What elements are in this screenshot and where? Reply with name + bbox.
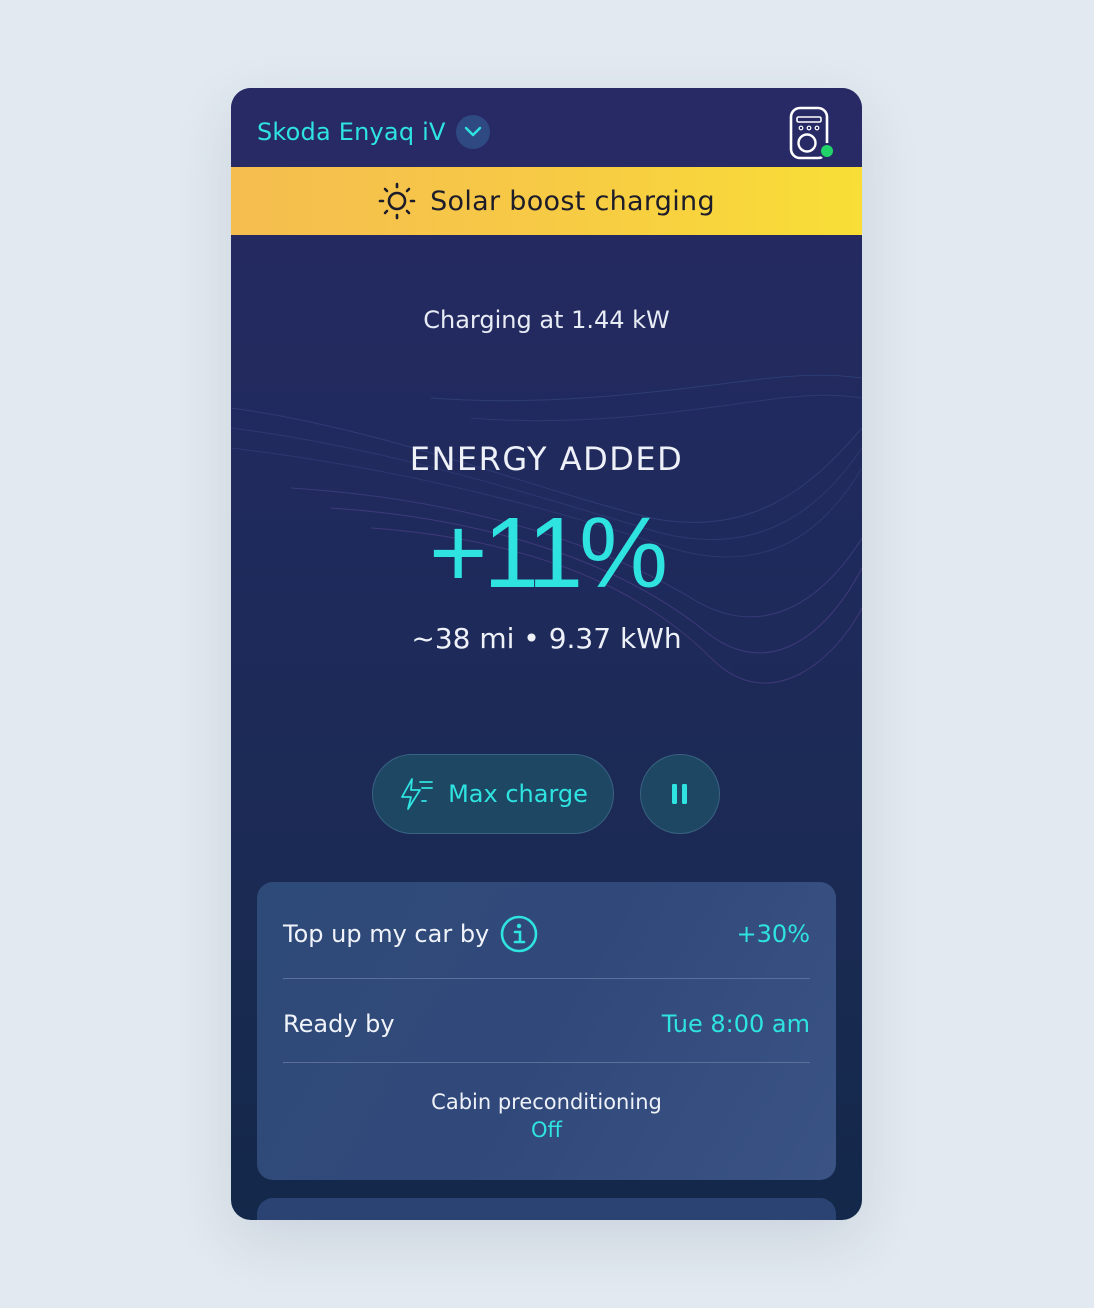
- ready-by-label: Ready by: [283, 1010, 395, 1038]
- max-charge-label: Max charge: [448, 780, 588, 808]
- cabin-preconditioning-row[interactable]: Cabin preconditioning Off: [257, 1090, 836, 1142]
- top-up-label: Top up my car by: [283, 920, 490, 948]
- charger-icon: [789, 106, 835, 160]
- cabin-preconditioning-value: Off: [531, 1118, 562, 1142]
- car-selector[interactable]: Skoda Enyaq iV: [257, 114, 490, 150]
- pause-button[interactable]: [640, 754, 720, 834]
- ready-by-value[interactable]: Tue 8:00 am: [662, 1010, 810, 1038]
- sun-icon: [378, 182, 416, 220]
- secondary-card: [257, 1198, 836, 1220]
- info-icon[interactable]: [499, 914, 539, 954]
- energy-detail: ~38 mi • 9.37 kWh: [411, 622, 682, 655]
- charger-status-button[interactable]: [789, 106, 837, 162]
- divider: [283, 1062, 810, 1063]
- energy-added-label: ENERGY ADDED: [409, 440, 684, 478]
- max-charge-button[interactable]: Max charge: [372, 754, 614, 834]
- top-up-row[interactable]: Top up my car by +30%: [283, 910, 810, 958]
- app-screen: Skoda Enyaq iV Solar boost charging Char…: [231, 88, 862, 1220]
- chevron-down-icon[interactable]: [455, 115, 490, 149]
- pause-icon: [672, 784, 687, 804]
- banner-text: Solar boost charging: [430, 185, 715, 217]
- cabin-preconditioning-label: Cabin preconditioning: [431, 1090, 662, 1114]
- energy-added-value: +11%: [428, 497, 668, 609]
- bolt-lines-icon: [401, 778, 433, 810]
- online-status-dot: [819, 143, 835, 159]
- car-name: Skoda Enyaq iV: [257, 118, 446, 146]
- charging-rate: Charging at 1.44 kW: [423, 306, 670, 334]
- solar-boost-banner: Solar boost charging: [231, 167, 862, 235]
- app-header: Skoda Enyaq iV: [231, 88, 862, 167]
- charge-settings-card: Top up my car by +30% Ready by Tue 8:00 …: [257, 882, 836, 1180]
- top-up-value[interactable]: +30%: [737, 920, 810, 948]
- ready-by-row[interactable]: Ready by Tue 8:00 am: [283, 1000, 810, 1048]
- divider: [283, 978, 810, 979]
